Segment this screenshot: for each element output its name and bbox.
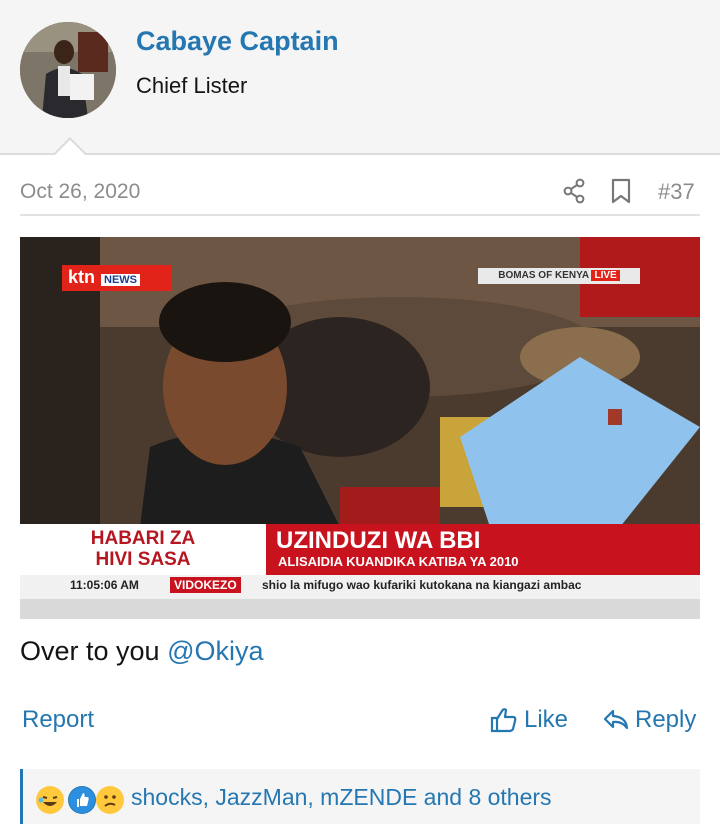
post-pointer-fill	[54, 140, 86, 156]
laugh-icon[interactable]	[36, 786, 64, 814]
live-tag: BOMAS OF KENYA LIVE	[478, 268, 640, 284]
user-mention[interactable]: @Okiya	[167, 636, 263, 666]
report-button[interactable]: Report	[22, 706, 94, 734]
news-headline: UZINDUZI WA BBI	[276, 527, 481, 554]
reply-icon	[603, 709, 629, 730]
share-icon[interactable]	[562, 178, 586, 204]
thumbs-up-icon	[490, 708, 517, 733]
banner-left-line1: HABARI ZA	[90, 528, 196, 549]
live-label: LIVE	[591, 270, 620, 281]
reactions-list[interactable]: shocks, JazzMan, mZENDE and 8 others	[131, 784, 552, 811]
banner-left-line2: HIVI SASA	[95, 549, 191, 570]
ticker-tag: VIDOKEZO	[170, 577, 241, 593]
bottom-strip	[20, 599, 700, 619]
reply-label: Reply	[635, 706, 697, 733]
avatar[interactable]	[20, 22, 116, 118]
live-source: BOMAS OF KENYA	[498, 270, 589, 281]
channel-sub: NEWS	[101, 274, 140, 286]
post-image[interactable]: ktn NEWS BOMAS OF KENYA LIVE HABARI ZA HI…	[20, 237, 700, 619]
confused-icon[interactable]	[96, 786, 124, 814]
author-username[interactable]: Cabaye Captain	[136, 26, 339, 57]
bookmark-icon[interactable]	[610, 178, 632, 204]
post-date[interactable]: Oct 26, 2020	[20, 180, 140, 204]
post-body: Over to you @Okiya	[20, 636, 264, 667]
post-body-text: Over to you	[20, 636, 168, 666]
like-reaction-icon[interactable]	[68, 786, 96, 814]
author-title: Chief Lister	[136, 73, 248, 98]
ticker-text: shio la mifugo wao kufariki kutokana na …	[262, 578, 582, 592]
banner-left: HABARI ZA HIVI SASA	[20, 524, 266, 575]
author-block: Cabaye Captain Chief Lister	[0, 0, 720, 155]
ticker-time: 11:05:06 AM	[70, 578, 139, 592]
news-subheadline: ALISAIDIA KUANDIKA KATIBA YA 2010	[278, 554, 519, 569]
post-number[interactable]: #37	[658, 179, 695, 205]
like-label: Like	[524, 706, 569, 733]
meta-divider	[20, 214, 700, 216]
channel-logo: ktn NEWS	[62, 265, 172, 291]
channel-name: ktn	[68, 267, 95, 287]
